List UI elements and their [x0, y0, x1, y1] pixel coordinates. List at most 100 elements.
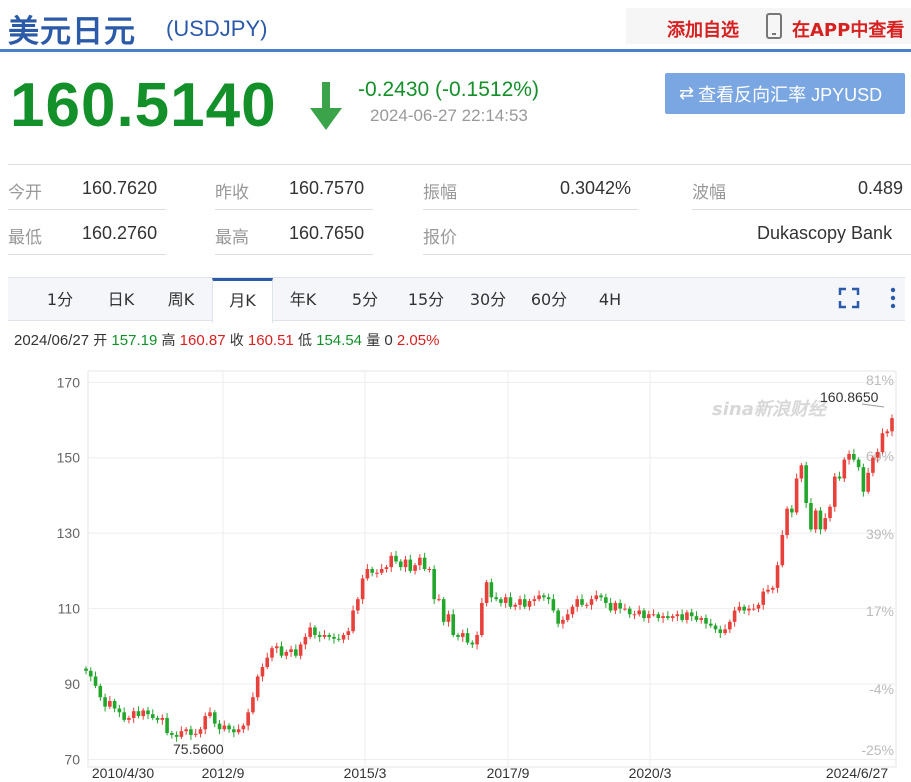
- candle-body: [127, 717, 131, 720]
- candle-body: [475, 635, 479, 645]
- pct-tick-label: 39%: [866, 526, 894, 542]
- divider: [423, 254, 911, 255]
- candle-body: [93, 676, 98, 686]
- candle-body: [413, 565, 417, 571]
- candle-body: [871, 457, 875, 473]
- tab-monthly[interactable]: 月K: [212, 278, 273, 323]
- candle-body: [289, 649, 293, 652]
- tab-daily[interactable]: 日K: [94, 278, 148, 322]
- candle-body: [766, 589, 770, 592]
- candle-body: [98, 685, 103, 698]
- candle-body: [484, 582, 489, 603]
- candle-body: [732, 610, 737, 622]
- candle-body: [522, 599, 527, 607]
- candle-body: [613, 602, 618, 611]
- candle-body: [84, 668, 88, 671]
- candle-body: [608, 602, 613, 611]
- candle-body: [556, 610, 560, 624]
- candle-body: [813, 510, 818, 530]
- candle-body: [356, 599, 360, 611]
- candle-body: [117, 708, 122, 713]
- candle-body: [427, 569, 432, 570]
- candle-body: [747, 608, 751, 611]
- x-tick-label: 2012/9: [202, 765, 245, 781]
- tab-5min[interactable]: 5分: [338, 278, 392, 322]
- candle-body: [308, 627, 312, 637]
- candle-body: [379, 569, 384, 573]
- candle-body: [294, 649, 298, 656]
- tab-4h[interactable]: 4H: [583, 278, 637, 322]
- tab-60min[interactable]: 60分: [521, 278, 577, 322]
- candle-body: [852, 453, 856, 460]
- candle-body: [532, 599, 537, 602]
- candle-body: [112, 701, 117, 709]
- candle-body: [685, 612, 689, 620]
- candle-body: [465, 633, 470, 643]
- candle-body: [618, 602, 622, 609]
- tab-1min[interactable]: 1分: [33, 278, 87, 322]
- divider: [8, 209, 166, 210]
- candle-body: [594, 595, 599, 600]
- tab-15min[interactable]: 15分: [398, 278, 454, 322]
- candle-body: [437, 599, 441, 601]
- add-watchlist-link[interactable]: 添加自选: [667, 16, 739, 42]
- candle-body: [599, 595, 603, 598]
- candle-body: [203, 716, 208, 730]
- candle-body: [422, 557, 427, 569]
- candle-body: [713, 625, 718, 630]
- reverse-rate-label: 查看反向汇率 JPYUSD: [698, 84, 883, 105]
- candle-body: [546, 597, 551, 600]
- candle-body: [637, 610, 642, 615]
- tab-30min[interactable]: 30分: [460, 278, 516, 322]
- x-tick-label: 2024/6/27: [826, 765, 888, 781]
- more-options-icon[interactable]: [890, 286, 896, 310]
- ohlc-high: 160.87: [179, 332, 226, 349]
- candle-body: [165, 717, 169, 734]
- candle-body: [222, 725, 227, 730]
- candle-body: [604, 597, 608, 603]
- candle-body: [780, 535, 785, 566]
- candle-body: [890, 418, 894, 432]
- reverse-rate-button[interactable]: ⇄ 查看反向汇率 JPYUSD: [665, 73, 905, 114]
- page-header: 美元日元 (USDJPY) 添加自选 在APP中查看: [0, 0, 911, 52]
- candle-body: [503, 597, 508, 603]
- candle-body: [623, 608, 627, 610]
- candle-body: [360, 578, 365, 600]
- candle-body: [313, 627, 317, 635]
- stat-quote-source: Dukascopy Bank: [757, 223, 893, 243]
- x-tick-label: 2020/3: [629, 765, 672, 781]
- tab-weekly[interactable]: 周K: [154, 278, 208, 322]
- candle-body: [584, 604, 589, 606]
- candlestick-chart[interactable]: 70 90 110 130 150 170 81% 60% 39% 17% -4% -25% 2010/…: [0, 360, 911, 782]
- stat-label: 昨收: [215, 183, 249, 203]
- candle-body: [460, 633, 465, 637]
- candle-body: [518, 599, 522, 605]
- candle-body: [336, 638, 341, 640]
- candle-body: [241, 725, 246, 730]
- fullscreen-icon[interactable]: [838, 287, 860, 309]
- candle-body: [837, 476, 842, 479]
- candle-body: [670, 616, 675, 619]
- candle-body: [489, 582, 494, 598]
- candle-body: [365, 569, 370, 579]
- page-subtitle: (USDJPY): [166, 16, 268, 41]
- candle-body: [861, 467, 866, 492]
- candle-body: [108, 701, 112, 707]
- page-title: 美元日元: [8, 14, 136, 50]
- pct-tick-label: 60%: [866, 448, 894, 464]
- price-change: -0.2430 (-0.1512%): [358, 78, 539, 101]
- view-in-app-link[interactable]: 在APP中查看: [792, 16, 904, 42]
- candle-body: [418, 557, 422, 566]
- tab-yearly[interactable]: 年K: [276, 278, 330, 322]
- candle-body: [508, 597, 513, 607]
- candle-body: [570, 606, 575, 615]
- candle-body: [432, 569, 436, 600]
- candle-body: [551, 599, 556, 611]
- ohlc-date: 2024/06/27: [14, 332, 90, 349]
- candle-body: [155, 717, 160, 720]
- candle-body: [823, 518, 828, 530]
- ohlc-low: 154.54: [316, 332, 363, 349]
- candle-body: [184, 729, 188, 732]
- candle-body: [866, 472, 870, 492]
- candle-body: [193, 733, 198, 735]
